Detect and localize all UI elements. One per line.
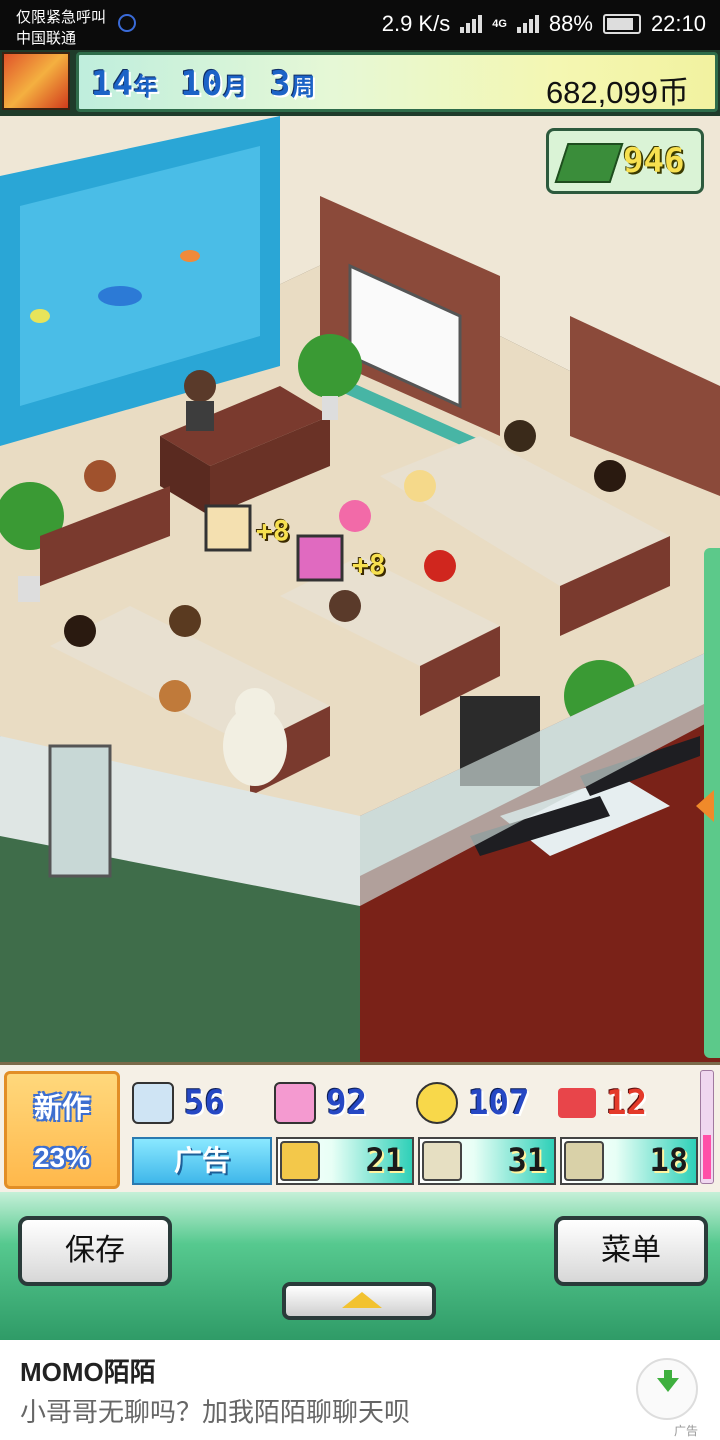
picture-icon	[564, 1141, 604, 1181]
document-icon	[132, 1082, 174, 1124]
sound-value: 12	[606, 1083, 647, 1123]
month-unit: 月	[223, 73, 249, 101]
new-game-progress[interactable]: 新作 23%	[4, 1071, 120, 1189]
media-stat: 18	[560, 1137, 698, 1185]
download-icon[interactable]	[636, 1358, 698, 1420]
new-game-percent: 23%	[33, 1142, 91, 1173]
ad-tag: 广告	[674, 1424, 699, 1438]
media-stat: 31	[418, 1137, 556, 1185]
company-avatar[interactable]	[2, 52, 70, 110]
battery-percent: 88%	[548, 11, 593, 36]
media-value: 21	[365, 1141, 404, 1179]
ad-banner[interactable]: MOMO陌陌 小哥哥无聊吗？加我陌陌聊聊天呗	[0, 1340, 720, 1440]
media-value: 31	[507, 1141, 546, 1179]
camera-icon	[274, 1082, 316, 1124]
book-icon	[554, 143, 624, 183]
game-stats-row: 56 92 107 12	[132, 1079, 712, 1127]
battery-icon	[602, 14, 641, 34]
graphics-value: 107	[468, 1083, 530, 1123]
creativity-stat: 92	[274, 1079, 367, 1127]
carrier-text: 中国联通	[16, 30, 77, 47]
bug-icon	[558, 1088, 596, 1118]
media-value: 18	[649, 1141, 688, 1179]
score-popup: +8	[256, 514, 290, 547]
ad-title: MOMO陌陌	[20, 1357, 156, 1387]
office-illustration	[0, 116, 720, 1062]
creativity-value: 92	[326, 1083, 367, 1123]
side-arrow-icon[interactable]	[696, 790, 714, 822]
date-money-bar: 14年 10月 3周 682,099币	[76, 52, 718, 112]
fun-value: 56	[184, 1083, 225, 1123]
fun-stat: 56	[132, 1079, 225, 1127]
stats-panel: 新作 23% 56 92 107 12 广告 21 31 18	[0, 1062, 720, 1192]
week-unit: 周	[291, 73, 317, 101]
research-points-value: 946	[623, 141, 685, 181]
stats-scrollbar[interactable]	[700, 1070, 714, 1184]
people-icon	[422, 1141, 462, 1181]
save-button[interactable]: 保存	[18, 1216, 172, 1286]
year-unit: 年	[133, 73, 159, 101]
media-stats-row: 广告 21 31 18	[132, 1137, 702, 1185]
advertise-button[interactable]: 广告	[132, 1137, 272, 1185]
status-bar: 仅限紧急呼叫 中国联通 2.9 K/s 4G 88% 22:10	[0, 0, 720, 50]
research-points[interactable]: 946	[546, 128, 704, 194]
sound-stat: 12	[558, 1079, 647, 1127]
graphics-stat: 107	[416, 1079, 529, 1127]
expand-button[interactable]	[282, 1282, 436, 1320]
week-value: 3	[269, 64, 292, 104]
ad-text: 小哥哥无聊吗？加我陌陌聊聊天呗	[20, 1397, 411, 1427]
film-reel-icon	[280, 1141, 320, 1181]
new-game-label: 新作	[33, 1092, 90, 1123]
cell-signal-icon	[516, 15, 539, 33]
chevron-up-icon	[342, 1292, 382, 1308]
game-date: 14年 10月 3周	[91, 64, 316, 104]
notification-icon	[118, 14, 136, 32]
office-scene[interactable]: +8 +8	[0, 116, 720, 1062]
status-right: 2.9 K/s 4G 88% 22:10	[382, 11, 706, 37]
emergency-text: 仅限紧急呼叫	[16, 9, 107, 26]
net-speed: 2.9 K/s	[381, 11, 451, 36]
month-value: 10	[180, 64, 224, 104]
media-stat: 21	[276, 1137, 414, 1185]
network-type: 4G	[492, 18, 507, 30]
score-popup: +8	[352, 548, 386, 581]
clock: 22:10	[650, 11, 706, 36]
money-display: 682,099币	[545, 75, 689, 110]
year-value: 14	[91, 64, 134, 104]
smiley-icon	[416, 1082, 458, 1124]
wifi-signal-icon	[460, 15, 483, 33]
menu-button[interactable]: 菜单	[554, 1216, 708, 1286]
